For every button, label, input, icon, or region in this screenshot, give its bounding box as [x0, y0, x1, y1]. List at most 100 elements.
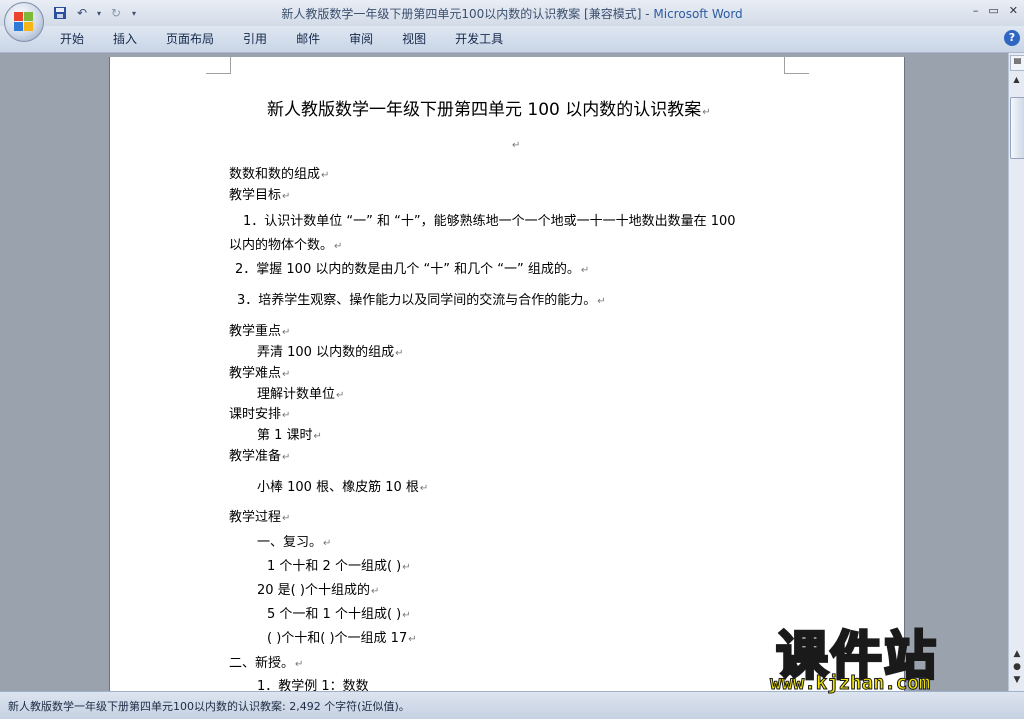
- document-line-text: 1．教学例 1：数数: [257, 679, 369, 691]
- tab-home[interactable]: 开始: [48, 31, 96, 47]
- restore-button[interactable]: ▭: [988, 4, 998, 17]
- help-icon[interactable]: ?: [1004, 30, 1020, 46]
- document-line-text: 数数和数的组成: [229, 167, 321, 182]
- paragraph-mark-icon: ↵: [402, 562, 411, 573]
- document-line-text: 以内的物体个数。: [229, 238, 334, 253]
- tab-developer[interactable]: 开发工具: [443, 31, 515, 47]
- document-title: 新人教版数学一年级下册第四单元100以内数的认识教案 [兼容模式]: [281, 7, 642, 21]
- document-line: 20 是( )个十组成的↵: [257, 579, 379, 598]
- app-name: Microsoft Word: [653, 7, 743, 21]
- document-line-text: 弄清 100 以内数的组成: [257, 345, 395, 360]
- title-bar: ↶ ▾ ↻ ▾ 新人教版数学一年级下册第四单元100以内数的认识教案 [兼容模式…: [0, 0, 1024, 26]
- document-line: 第 1 课时↵: [257, 424, 322, 443]
- paragraph-mark-icon: ↵: [512, 140, 521, 151]
- document-line-text: 小棒 100 根、橡皮筋 10 根: [257, 480, 419, 495]
- tab-insert[interactable]: 插入: [101, 31, 149, 47]
- tab-mailings[interactable]: 邮件: [284, 31, 332, 47]
- document-line-text: 3．培养学生观察、操作能力以及同学间的交流与合作的能力。: [237, 293, 597, 308]
- ruler-toggle-icon[interactable]: ▤: [1010, 55, 1024, 71]
- office-button[interactable]: [4, 2, 44, 42]
- document-line-text: 教学过程: [229, 510, 282, 525]
- paragraph-mark-icon: ↵: [580, 265, 590, 276]
- document-line: 1．认识计数单位 “一” 和 “十”，能够熟练地一个一个地或一十一十地数出数量在…: [243, 210, 736, 229]
- paragraph-mark-icon: ↵: [282, 369, 291, 380]
- kjzhan-watermark: 课件站 www.kjzhan.com: [769, 614, 1010, 695]
- document-line-text: 1 个十和 2 个一组成( ): [267, 559, 402, 574]
- document-line-text: 课时安排: [229, 407, 282, 422]
- document-line-text: 教学重点: [229, 324, 282, 339]
- window-title: 新人教版数学一年级下册第四单元100以内数的认识教案 [兼容模式] - Micr…: [0, 5, 1024, 22]
- scrollbar-thumb[interactable]: [1010, 97, 1024, 159]
- document-line: 课时安排↵: [229, 403, 290, 422]
- tab-page-layout[interactable]: 页面布局: [154, 31, 226, 47]
- document-line: 以内的物体个数。↵: [229, 234, 342, 253]
- document-line-text: ( )个十和( )个一组成 17: [267, 631, 408, 646]
- document-line: 弄清 100 以内数的组成↵: [257, 341, 403, 360]
- minimize-button[interactable]: –: [973, 4, 979, 17]
- document-line: ↵: [511, 137, 520, 152]
- document-page[interactable]: 新人教版数学一年级下册第四单元 100 以内数的认识教案↵ ↵ 数数和数的组成↵ 教学…: [110, 57, 904, 691]
- document-line: 二、新授。↵: [229, 652, 303, 671]
- vertical-scrollbar[interactable]: ▤ ▲ ▲ ● ▼: [1008, 53, 1024, 691]
- paragraph-mark-icon: ↵: [702, 107, 711, 118]
- document-line: 数数和数的组成↵: [229, 163, 329, 182]
- paragraph-mark-icon: ↵: [402, 610, 411, 621]
- document-line: 小棒 100 根、橡皮筋 10 根↵: [257, 476, 428, 495]
- paragraph-mark-icon: ↵: [282, 452, 291, 463]
- paragraph-mark-icon: ↵: [321, 170, 330, 181]
- margin-corner-mark: [206, 57, 231, 74]
- paragraph-mark-icon: ↵: [597, 296, 606, 307]
- document-line: 教学过程↵: [229, 506, 290, 525]
- document-line-text: 2．掌握 100 以内的数是由几个 “十” 和几个 “一” 组成的。: [235, 262, 580, 277]
- scroll-up-arrow-icon[interactable]: ▲: [1010, 75, 1023, 89]
- document-line: 1．教学例 1：数数: [257, 675, 369, 691]
- paragraph-mark-icon: ↵: [408, 634, 417, 645]
- document-line-text: 第 1 课时: [257, 428, 313, 443]
- select-browse-object-icon[interactable]: ●: [1011, 662, 1023, 674]
- paragraph-mark-icon: ↵: [282, 410, 291, 421]
- document-line-text: 理解计数单位: [257, 387, 336, 402]
- paragraph-mark-icon: ↵: [336, 390, 345, 401]
- next-page-icon[interactable]: ▼: [1011, 675, 1023, 687]
- previous-page-icon[interactable]: ▲: [1011, 649, 1023, 661]
- document-line: ( )个十和( )个一组成 17↵: [267, 627, 417, 646]
- watermark-url: www.kjzhan.com: [769, 672, 931, 695]
- title-separator: -: [641, 7, 654, 21]
- ribbon-tabs: 开始 插入 页面布局 引用 邮件 审阅 视图 开发工具: [48, 31, 520, 47]
- document-line-text: 新人教版数学一年级下册第四单元 100 以内数的认识教案: [267, 100, 702, 120]
- document-line-text: 20 是( )个十组成的: [257, 583, 370, 598]
- paragraph-mark-icon: ↵: [282, 191, 291, 202]
- document-line-text: 1．认识计数单位 “一” 和 “十”，能够熟练地一个一个地或一十一十地数出数量在…: [243, 214, 736, 229]
- paragraph-mark-icon: ↵: [334, 241, 343, 252]
- document-line-text: 教学目标: [229, 188, 282, 203]
- tab-view[interactable]: 视图: [390, 31, 438, 47]
- document-line-text: 教学难点: [229, 366, 282, 381]
- status-text: 新人教版数学一年级下册第四单元100以内数的认识教案: 2,492 个字符(近似…: [8, 700, 410, 713]
- tab-review[interactable]: 审阅: [337, 31, 385, 47]
- paragraph-mark-icon: ↵: [323, 538, 332, 549]
- document-line-text: 5 个一和 1 个十组成( ): [267, 607, 402, 622]
- tab-references[interactable]: 引用: [231, 31, 279, 47]
- paragraph-mark-icon: ↵: [282, 513, 291, 524]
- paragraph-mark-icon: ↵: [282, 327, 291, 338]
- document-line: 教学重点↵: [229, 320, 290, 339]
- document-line: 教学难点↵: [229, 362, 290, 381]
- document-line-text: 一、复习。: [257, 535, 323, 550]
- close-button[interactable]: ✕: [1009, 4, 1018, 17]
- document-line-text: 教学准备: [229, 449, 282, 464]
- margin-corner-mark: [784, 57, 809, 74]
- paragraph-mark-icon: ↵: [419, 483, 429, 494]
- document-line: 2．掌握 100 以内的数是由几个 “十” 和几个 “一” 组成的。↵: [235, 258, 589, 277]
- office-logo-icon: [14, 12, 34, 32]
- ribbon-tab-bar: 开始 插入 页面布局 引用 邮件 审阅 视图 开发工具 ?: [0, 26, 1024, 53]
- document-line: 教学准备↵: [229, 445, 290, 464]
- document-line: 1 个十和 2 个一组成( )↵: [267, 555, 411, 574]
- document-line-text: 二、新授。: [229, 656, 295, 671]
- status-bar: 新人教版数学一年级下册第四单元100以内数的认识教案: 2,492 个字符(近似…: [0, 691, 1024, 719]
- document-line: 理解计数单位↵: [257, 383, 344, 402]
- document-line: 教学目标↵: [229, 184, 290, 203]
- document-heading: 新人教版数学一年级下册第四单元 100 以内数的认识教案↵: [267, 95, 711, 120]
- document-line: 3．培养学生观察、操作能力以及同学间的交流与合作的能力。↵: [237, 289, 606, 308]
- paragraph-mark-icon: ↵: [295, 659, 304, 670]
- document-workspace: 新人教版数学一年级下册第四单元 100 以内数的认识教案↵ ↵ 数数和数的组成↵ 教学…: [0, 53, 1008, 691]
